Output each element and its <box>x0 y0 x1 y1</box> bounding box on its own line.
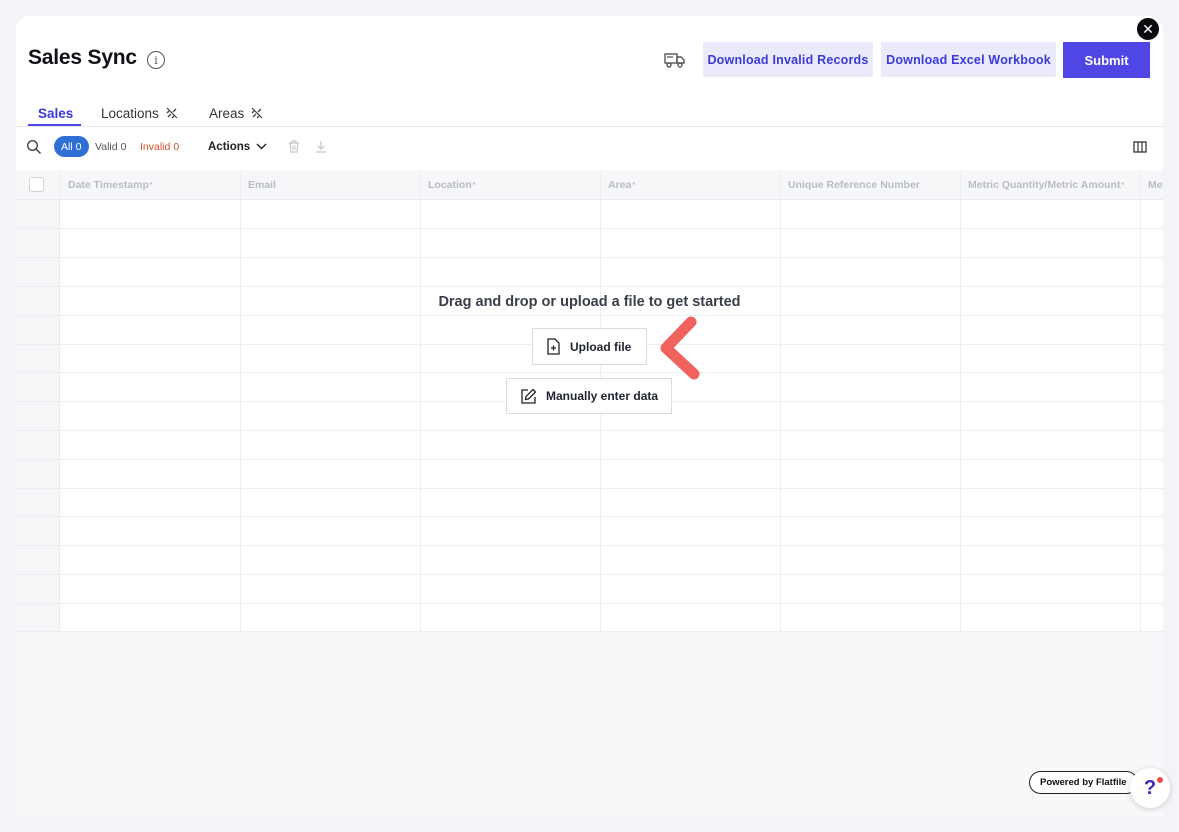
tab-areas[interactable]: Areas <box>209 100 264 126</box>
tab-locations[interactable]: Locations <box>101 100 179 126</box>
trash-icon[interactable] <box>287 139 301 154</box>
upload-file-label: Upload file <box>570 339 632 354</box>
column-divider <box>240 200 241 632</box>
filter-valid-label: Valid <box>95 140 118 153</box>
sales-sync-panel: Sales Sync i Download Invalid Records Do… <box>16 16 1163 816</box>
column-label: Area <box>608 179 632 191</box>
download-excel-workbook-button[interactable]: Download Excel Workbook <box>881 42 1056 77</box>
column-header-email[interactable]: Email <box>240 170 420 200</box>
row-divider <box>16 286 1163 287</box>
submit-button[interactable]: Submit <box>1063 42 1150 78</box>
row-divider <box>16 516 1163 517</box>
filter-all-label: All <box>61 140 73 153</box>
unlink-icon <box>166 107 178 119</box>
column-header-date-timestamp[interactable]: Date Timestamp * <box>60 170 240 200</box>
help-button[interactable]: ? <box>1130 768 1170 808</box>
filter-all-count: 0 <box>75 140 82 153</box>
powered-by-badge[interactable]: Powered by Flatfile <box>1029 771 1138 794</box>
actions-dropdown[interactable]: Actions <box>208 136 267 157</box>
info-icon[interactable]: i <box>147 51 165 69</box>
row-divider <box>16 574 1163 575</box>
column-label: Unique Reference Number <box>788 179 920 191</box>
column-header-location[interactable]: Location * <box>420 170 600 200</box>
column-header-unique-reference-number[interactable]: Unique Reference Number <box>780 170 960 200</box>
column-divider <box>420 200 421 632</box>
tab-label: Locations <box>101 105 159 121</box>
grid-body <box>16 200 1163 632</box>
filter-invalid-count: 0 <box>173 140 180 153</box>
filter-valid[interactable]: Valid 0 <box>95 136 126 157</box>
grid-header: Date Timestamp * Email Location * Area * Un… <box>16 170 1163 200</box>
column-label: Met <box>1148 179 1163 191</box>
required-marker: * <box>1121 181 1125 189</box>
row-divider <box>16 228 1163 229</box>
tab-sales[interactable]: Sales <box>38 100 73 126</box>
column-header-area[interactable]: Area * <box>600 170 780 200</box>
annotation-arrow-icon <box>660 316 700 380</box>
chevron-down-icon <box>256 143 267 150</box>
column-divider <box>1140 200 1141 632</box>
page-title: Sales Sync <box>28 46 137 69</box>
row-divider <box>16 488 1163 489</box>
column-divider <box>780 200 781 632</box>
empty-footer-area <box>16 632 1163 816</box>
columns-icon[interactable] <box>1133 141 1147 153</box>
required-marker: * <box>149 181 153 189</box>
truck-icon[interactable] <box>664 50 686 70</box>
column-label: Email <box>248 179 277 191</box>
required-marker: * <box>472 181 476 189</box>
close-icon[interactable]: ✕ <box>1135 16 1161 42</box>
row-index-column <box>16 200 60 632</box>
notification-dot <box>1157 777 1163 783</box>
column-divider <box>600 200 601 632</box>
row-divider <box>16 372 1163 373</box>
edit-icon <box>521 388 537 404</box>
column-divider <box>960 200 961 632</box>
tab-label: Sales <box>38 105 74 121</box>
row-divider <box>16 545 1163 546</box>
download-icon[interactable] <box>314 139 328 154</box>
search-icon[interactable] <box>26 139 42 155</box>
tab-label: Areas <box>209 105 245 121</box>
row-divider <box>16 603 1163 604</box>
column-label: Location <box>428 179 472 191</box>
column-label: Date Timestamp <box>68 179 149 191</box>
tabs-divider <box>16 126 1163 127</box>
file-plus-icon <box>547 338 560 355</box>
empty-state-message: Drag and drop or upload a file to get st… <box>438 294 741 310</box>
filter-invalid[interactable]: Invalid 0 <box>140 136 179 157</box>
required-marker: * <box>632 181 636 189</box>
upload-file-button[interactable]: Upload file <box>532 328 647 365</box>
filter-valid-count: 0 <box>120 140 127 153</box>
download-invalid-records-button[interactable]: Download Invalid Records <box>703 42 873 77</box>
select-all-checkbox[interactable] <box>29 177 44 192</box>
manually-enter-data-button[interactable]: Manually enter data <box>506 378 672 414</box>
column-header-metric-quantity[interactable]: Metric Quantity/Metric Amount * <box>960 170 1140 200</box>
filter-invalid-label: Invalid <box>140 140 171 153</box>
row-divider <box>16 430 1163 431</box>
row-divider <box>16 257 1163 258</box>
unlink-icon <box>251 107 263 119</box>
row-divider <box>16 459 1163 460</box>
help-icon: ? <box>1143 776 1157 799</box>
row-divider <box>16 315 1163 316</box>
filter-all[interactable]: All 0 <box>54 136 89 157</box>
actions-label: Actions <box>208 140 251 153</box>
grid-toolbar: All 0 Valid 0 Invalid 0 Actions <box>16 134 1163 162</box>
manually-enter-data-label: Manually enter data <box>546 389 659 403</box>
column-header-metric-truncated[interactable]: Met <box>1140 170 1163 200</box>
column-label: Metric Quantity/Metric Amount <box>968 179 1121 191</box>
